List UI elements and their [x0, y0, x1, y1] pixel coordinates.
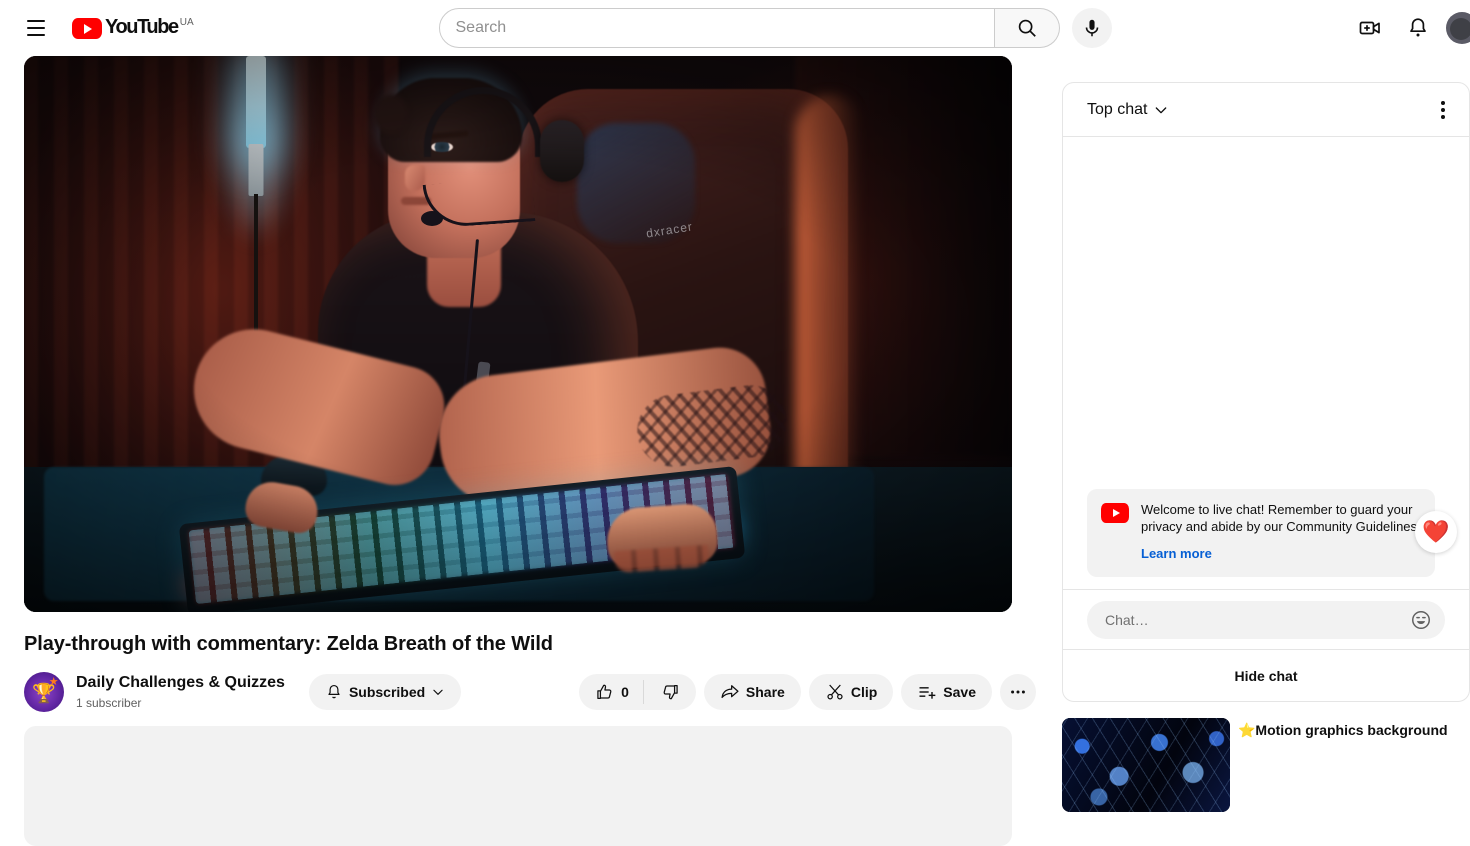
page-title: Play-through with commentary: Zelda Brea…: [24, 633, 553, 655]
clip-label: Clip: [850, 684, 878, 700]
search-icon: [1018, 19, 1036, 37]
recommended-video-title[interactable]: ⭐Motion graphics background: [1238, 718, 1448, 740]
chat-mode-selector[interactable]: Top chat: [1087, 101, 1169, 119]
create-video-icon: [1359, 21, 1380, 35]
emoji-picker-button[interactable]: [1407, 606, 1435, 634]
video-actions: 0 Share Clip Save: [579, 674, 1036, 710]
channel-avatar[interactable]: 🏆 ★: [24, 672, 64, 712]
thumb-up-icon: [597, 684, 612, 699]
video-thumbnail[interactable]: [1062, 718, 1230, 812]
youtube-logo-text: YouTube: [105, 16, 179, 38]
description-box[interactable]: [24, 726, 1012, 846]
save-playlist-icon: [919, 687, 936, 699]
youtube-logo-icon: [1101, 503, 1129, 523]
search-box[interactable]: [438, 8, 995, 48]
avatar[interactable]: [1446, 12, 1470, 44]
emoji-smile-icon: [1412, 610, 1430, 629]
recommended-videos: ⭐Motion graphics background: [1062, 718, 1470, 812]
chevron-down-icon: [1156, 106, 1167, 113]
chat-mode-label: Top chat: [1087, 100, 1148, 118]
more-horizontal-icon: [1011, 690, 1025, 694]
chevron-down-icon: [433, 689, 443, 695]
chat-welcome-content: Welcome to live chat! Remember to guard …: [1141, 501, 1421, 563]
subscribed-button[interactable]: Subscribed: [308, 674, 462, 710]
search-area: [438, 8, 1112, 48]
chat-input-row: [1063, 589, 1469, 649]
save-label: Save: [943, 684, 976, 700]
hide-chat-button[interactable]: Hide chat: [1063, 649, 1469, 701]
youtube-play-icon: [72, 18, 102, 39]
chat-input[interactable]: [1105, 611, 1407, 628]
microphone-icon: [1085, 19, 1098, 37]
like-count: 0: [621, 684, 629, 700]
subscriber-count: 1 subscriber: [76, 695, 142, 710]
dislike-button[interactable]: [644, 674, 696, 710]
youtube-logo[interactable]: YouTube UA: [72, 17, 194, 39]
learn-more-link[interactable]: Learn more: [1141, 546, 1212, 561]
search-input[interactable]: [455, 19, 994, 37]
share-button[interactable]: Share: [703, 674, 801, 710]
page-body: dxracer: [0, 56, 1470, 846]
channel-info: Daily Challenges & Quizzes 1 subscriber: [76, 673, 285, 712]
heart-icon[interactable]: ❤️: [1415, 511, 1457, 553]
chat-welcome-text: Welcome to live chat! Remember to guard …: [1141, 502, 1421, 534]
bell-icon: [328, 684, 340, 699]
clip-button[interactable]: Clip: [808, 674, 894, 710]
channel-name[interactable]: Daily Challenges & Quizzes: [76, 673, 285, 693]
masthead-left: YouTube UA: [0, 8, 200, 48]
hamburger-icon[interactable]: [16, 8, 56, 48]
thumb-down-icon: [663, 685, 678, 700]
owner-row: 🏆 ★ Daily Challenges & Quizzes 1 subscri…: [24, 670, 1036, 714]
scissors-icon: [827, 684, 843, 700]
live-chat-header: Top chat: [1063, 83, 1469, 137]
masthead: YouTube UA: [0, 0, 1470, 56]
chat-message-list[interactable]: Welcome to live chat! Remember to guard …: [1063, 137, 1469, 589]
masthead-center: [200, 8, 1350, 48]
star-icon: ★: [48, 676, 59, 689]
chat-menu-button[interactable]: [1427, 94, 1459, 126]
like-button[interactable]: 0: [579, 674, 643, 710]
chat-welcome-banner: Welcome to live chat! Remember to guard …: [1087, 489, 1435, 577]
bell-icon: [1410, 18, 1426, 37]
video-player[interactable]: dxracer: [24, 56, 1012, 612]
notifications-button[interactable]: [1398, 8, 1438, 48]
save-button[interactable]: Save: [901, 674, 992, 710]
voice-search-button[interactable]: [1071, 8, 1112, 48]
share-label: Share: [745, 684, 785, 700]
share-arrow-icon: [721, 685, 739, 699]
live-chat-panel: Top chat Welcome to live chat! Remember …: [1062, 82, 1470, 702]
subscribed-label: Subscribed: [348, 684, 426, 700]
more-vertical-icon: [1441, 100, 1445, 119]
masthead-right: [1350, 8, 1470, 48]
like-dislike-group: 0: [579, 674, 696, 710]
primary-column: dxracer: [24, 56, 1036, 846]
thumbnail-star-outlines: [1062, 718, 1230, 812]
chat-input-wrapper[interactable]: [1087, 600, 1445, 639]
video-vignette: [24, 56, 1012, 612]
more-actions-button[interactable]: [1000, 674, 1036, 710]
create-button[interactable]: [1350, 8, 1390, 48]
search-button[interactable]: [994, 8, 1060, 48]
country-code: UA: [179, 17, 194, 28]
